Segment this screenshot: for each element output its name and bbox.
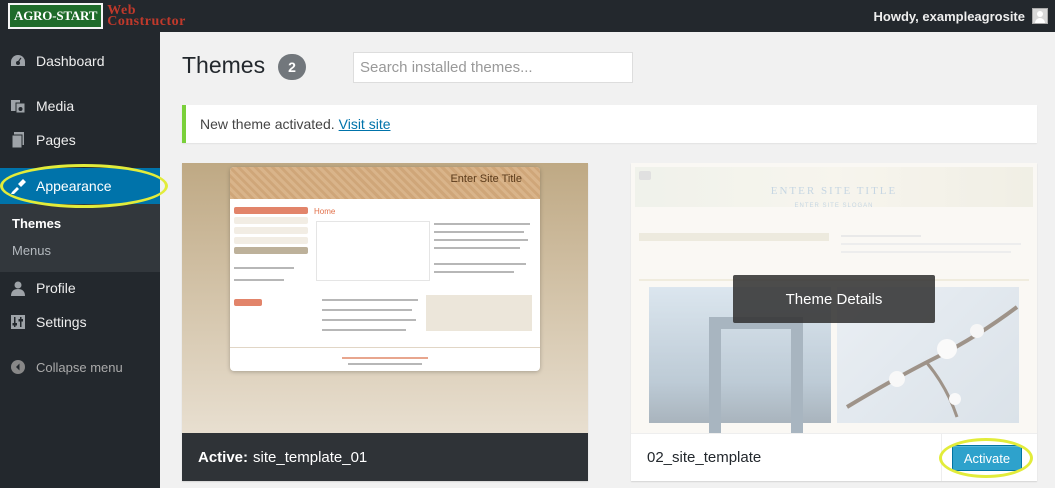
menu-label-media: Media	[36, 98, 75, 114]
theme-count-badge: 2	[278, 54, 306, 80]
admin-bar: AGRO-START Web Constructor Howdy, exampl…	[0, 0, 1055, 32]
preview-content-box	[316, 221, 430, 281]
theme-name: site_template_01	[253, 448, 368, 466]
theme-screenshot[interactable]: ENTER SITE TITLE ENTER SITE SLOGAN Theme…	[631, 163, 1037, 433]
preview-page: Enter Site Title Home	[230, 167, 540, 371]
menu-label-dashboard: Dashboard	[36, 53, 105, 69]
theme-card-active[interactable]: Enter Site Title Home Active: site_templ…	[182, 163, 588, 481]
preview-heading: Home	[314, 207, 336, 216]
media-icon	[0, 98, 36, 114]
menu-label-profile: Profile	[36, 280, 76, 296]
logo-web-constructor: Web Constructor	[107, 4, 186, 29]
menu-item-dashboard[interactable]: Dashboard	[0, 44, 160, 78]
settings-icon	[0, 314, 36, 330]
profile-icon	[0, 281, 36, 296]
menu-label-pages: Pages	[36, 132, 76, 148]
theme-screenshot[interactable]: Enter Site Title Home	[182, 163, 588, 433]
menu-item-settings[interactable]: Settings	[0, 305, 160, 339]
collapse-menu-label: Collapse menu	[36, 359, 123, 375]
menu-label-appearance: Appearance	[36, 178, 112, 194]
appearance-submenu: Themes Menus	[0, 204, 160, 272]
howdy-greeting[interactable]: Howdy, exampleagrosite	[874, 9, 1025, 24]
preview-quote-box	[426, 295, 532, 331]
menu-item-pages[interactable]: Pages	[0, 123, 160, 157]
activate-button[interactable]: Activate	[952, 445, 1022, 471]
logo-constructor-text: Constructor	[107, 14, 186, 29]
visit-site-link[interactable]: Visit site	[339, 116, 391, 132]
pages-icon	[0, 132, 36, 148]
submenu-item-themes[interactable]: Themes	[12, 216, 61, 231]
menu-label-settings: Settings	[36, 314, 87, 330]
preview-site-title: Enter Site Title	[450, 173, 522, 185]
active-label: Active:	[198, 448, 249, 466]
user-avatar[interactable]	[1032, 8, 1048, 24]
search-themes-input[interactable]	[353, 52, 633, 83]
admin-sidebar: Dashboard Media Pages Appearance Themes …	[0, 32, 160, 488]
menu-item-profile[interactable]: Profile	[0, 271, 160, 305]
appearance-icon	[0, 178, 36, 194]
theme-card-footer: Active: site_template_01	[182, 433, 588, 481]
theme-card-footer: 02_site_template Activate	[631, 433, 1037, 481]
collapse-arrow-icon	[0, 360, 36, 374]
site-logo[interactable]: AGRO-START Web Constructor	[8, 2, 186, 30]
theme-details-button[interactable]: Theme Details	[733, 275, 935, 323]
logo-agro-start: AGRO-START	[8, 3, 104, 29]
menu-item-appearance[interactable]: Appearance	[0, 168, 160, 204]
menu-item-media[interactable]: Media	[0, 89, 160, 123]
page-title: Themes	[182, 52, 266, 78]
theme-name: 02_site_template	[647, 449, 762, 466]
preview-sidebar	[234, 207, 308, 257]
preview-header: Enter Site Title	[230, 167, 540, 199]
dashboard-icon	[0, 54, 36, 68]
notice-text: New theme activated.	[200, 116, 335, 132]
submenu-item-menus[interactable]: Menus	[12, 243, 51, 258]
theme-card[interactable]: ENTER SITE TITLE ENTER SITE SLOGAN Theme…	[631, 163, 1037, 481]
theme-activated-notice: New theme activated. Visit site	[182, 105, 1037, 143]
collapse-menu-button[interactable]: Collapse menu	[0, 352, 160, 382]
